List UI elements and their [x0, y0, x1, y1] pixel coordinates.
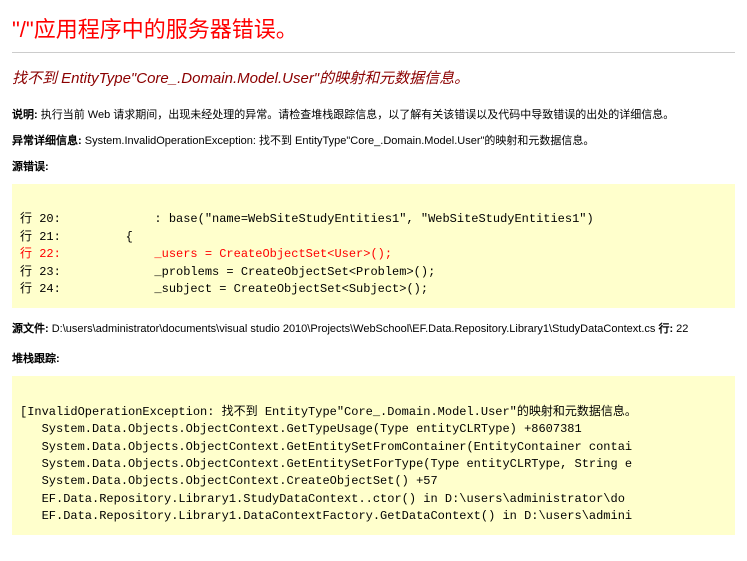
source-file-label: 源文件:: [12, 323, 49, 335]
exception-line: 异常详细信息: System.InvalidOperationException…: [12, 132, 735, 148]
code-context-after: 行 23: _problems = CreateObjectSet<Proble…: [20, 265, 435, 296]
line-label: 行:: [655, 323, 673, 335]
source-file-line: 源文件: D:\users\administrator\documents\vi…: [12, 320, 735, 336]
stack-trace-label: 堆栈跟踪:: [12, 350, 735, 366]
page-title: "/"应用程序中的服务器错误。: [12, 12, 735, 44]
exception-label: 异常详细信息:: [12, 135, 82, 147]
description-label: 说明:: [12, 109, 38, 121]
exception-text: System.InvalidOperationException: 找不到 En…: [82, 135, 595, 147]
description-line: 说明: 执行当前 Web 请求期间，出现未经处理的异常。请检查堆栈跟踪信息，以了…: [12, 106, 735, 122]
source-error-label: 源错误:: [12, 158, 735, 174]
source-file-path: D:\users\administrator\documents\visual …: [49, 323, 656, 335]
divider: [12, 52, 735, 53]
stack-trace-block: [InvalidOperationException: 找不到 EntityTy…: [12, 376, 735, 535]
line-number: 22: [673, 323, 688, 335]
code-context-before: 行 20: : base("name=WebSiteStudyEntities1…: [20, 212, 594, 243]
code-error-line: 行 22: _users = CreateObjectSet<User>();: [20, 247, 392, 261]
description-text: 执行当前 Web 请求期间，出现未经处理的异常。请检查堆栈跟踪信息，以了解有关该…: [38, 109, 675, 121]
source-code-block: 行 20: : base("name=WebSiteStudyEntities1…: [12, 184, 735, 308]
error-subtitle: 找不到 EntityType"Core_.Domain.Model.User"的…: [12, 67, 735, 88]
